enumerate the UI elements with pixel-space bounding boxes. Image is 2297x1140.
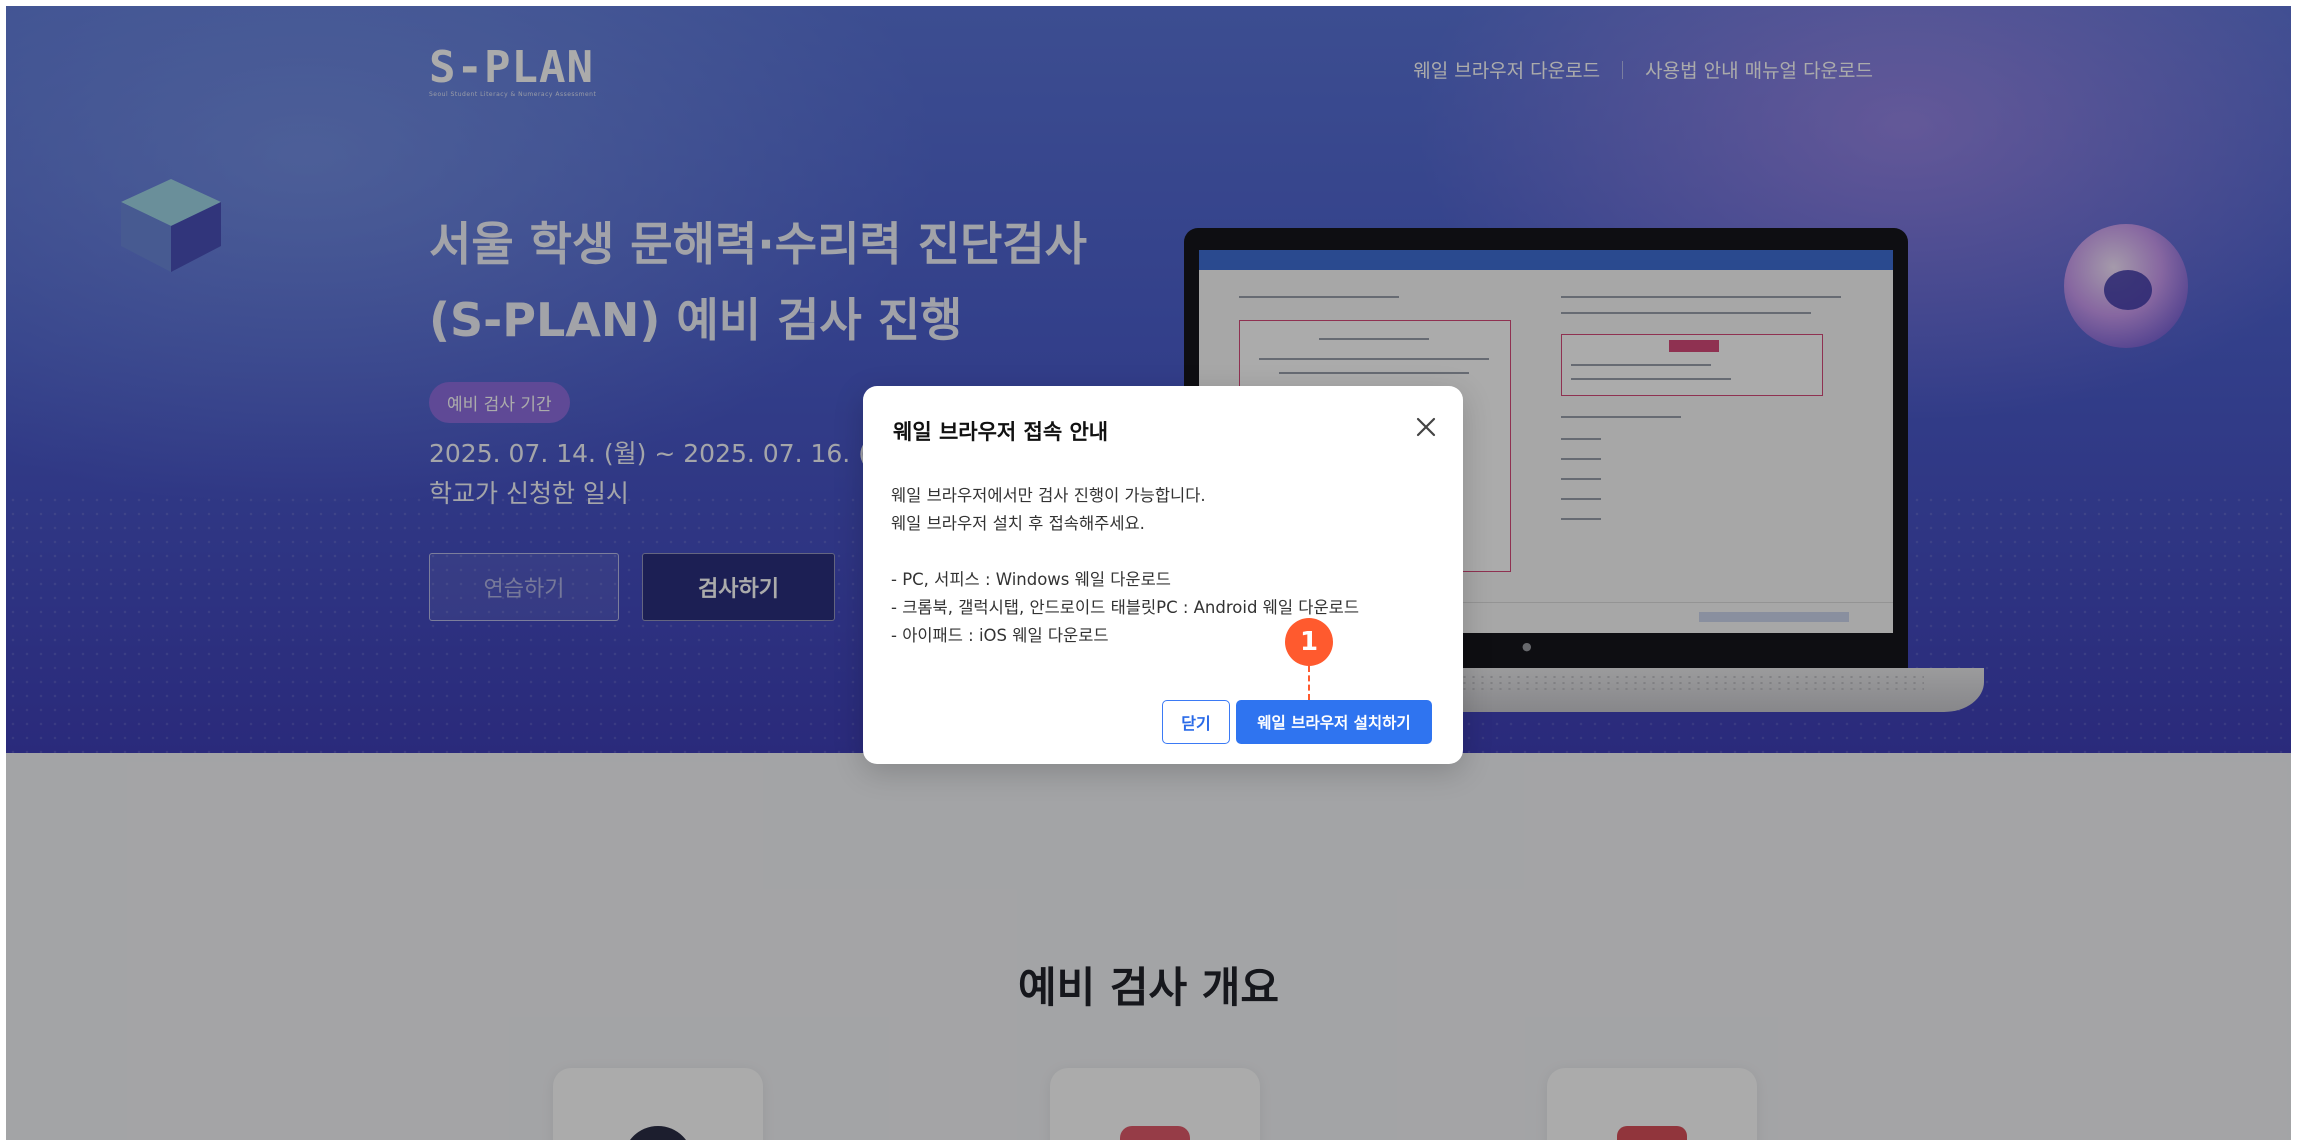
install-whale-button[interactable]: 웨일 브라우저 설치하기	[1236, 700, 1432, 744]
modal-line2: 웨일 브라우저 설치 후 접속해주세요.	[891, 514, 1145, 533]
modal-spacer	[891, 538, 1359, 566]
modal-item-windows: - PC, 서피스 : Windows 웨일 다운로드	[891, 570, 1171, 589]
step-marker-line	[1308, 666, 1310, 700]
modal-body: 웨일 브라우저에서만 검사 진행이 가능합니다. 웨일 브라우저 설치 후 접속…	[891, 482, 1359, 650]
modal-title: 웨일 브라우저 접속 안내	[893, 420, 1109, 444]
close-icon[interactable]	[1411, 412, 1441, 442]
modal-line1: 웨일 브라우저에서만 검사 진행이 가능합니다.	[891, 486, 1206, 505]
step-marker: 1	[1285, 618, 1333, 666]
whale-browser-modal: 웨일 브라우저 접속 안내 웨일 브라우저에서만 검사 진행이 가능합니다. 웨…	[863, 386, 1463, 764]
page: S-PLAN Seoul Student Literacy & Numeracy…	[6, 6, 2291, 1140]
modal-item-android: - 크롬북, 갤럭시탭, 안드로이드 태블릿PC : Android 웨일 다운…	[891, 598, 1360, 617]
modal-close-button[interactable]: 닫기	[1162, 700, 1230, 744]
